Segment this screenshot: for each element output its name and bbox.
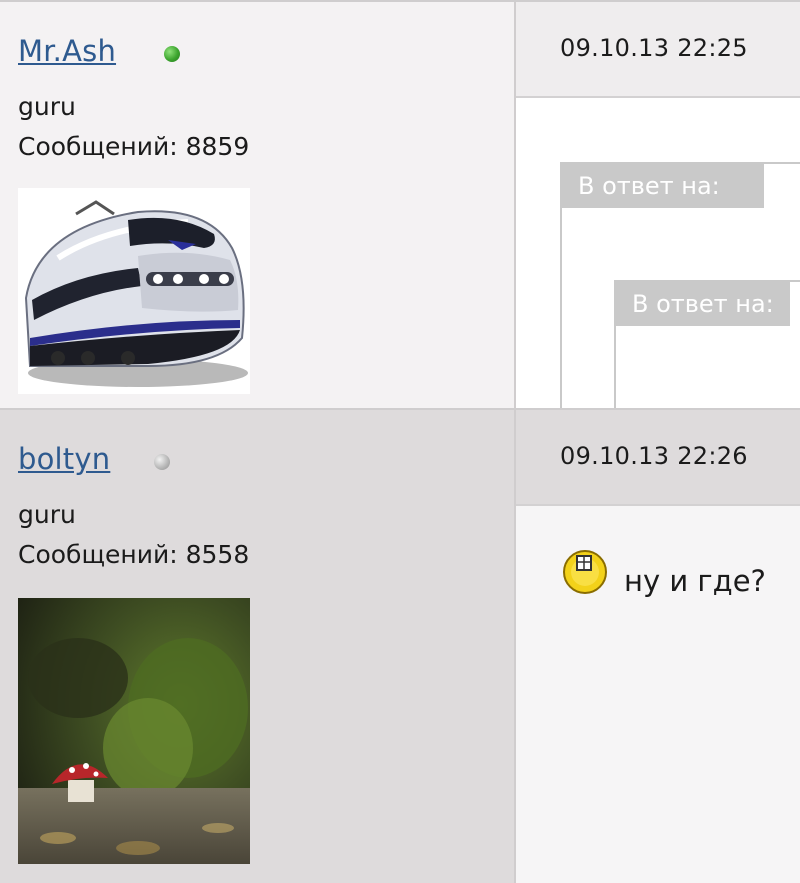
online-status-icon (164, 46, 180, 62)
post-top-border (0, 408, 800, 410)
post-header: 09.10.13 22:25 (516, 0, 800, 98)
quote-block: В ответ на: В ответ на: (560, 162, 800, 422)
username-link[interactable]: boltyn (18, 442, 110, 476)
post-body: ну и где? (516, 506, 800, 883)
post-header: 09.10.13 22:26 (516, 408, 800, 506)
post-author-panel: Mr.Ash guru Сообщений: 8859 (0, 0, 514, 408)
mushroom-photo-avatar (18, 598, 250, 864)
username-link[interactable]: Mr.Ash (18, 34, 116, 68)
user-post-count: Сообщений: 8558 (18, 540, 250, 569)
quote-label: В ответ на: (562, 164, 764, 208)
user-post-count: Сообщений: 8859 (18, 132, 250, 161)
post-top-border (0, 0, 800, 2)
user-rank: guru (18, 92, 76, 121)
train-avatar (18, 188, 250, 394)
smiley-icon (563, 550, 607, 594)
forum-post: boltyn guru Сообщений: 8558 09.10.13 22:… (0, 408, 800, 883)
nested-quote-label: В ответ на: (616, 282, 790, 326)
post-date: 09.10.13 22:25 (560, 34, 748, 62)
post-content-panel: 09.10.13 22:25 В ответ на: В ответ на: (516, 0, 800, 422)
post-author-panel: boltyn guru Сообщений: 8558 (0, 408, 514, 883)
offline-status-icon (154, 454, 170, 470)
post-content-panel: 09.10.13 22:26 ну и где? (516, 408, 800, 883)
nested-quote-block: В ответ на: (614, 280, 800, 422)
forum-post: Mr.Ash guru Сообщений: 8859 09.10.13 22:… (0, 0, 800, 422)
user-rank: guru (18, 500, 76, 529)
post-date: 09.10.13 22:26 (560, 442, 748, 470)
post-message: ну и где? (624, 564, 766, 598)
